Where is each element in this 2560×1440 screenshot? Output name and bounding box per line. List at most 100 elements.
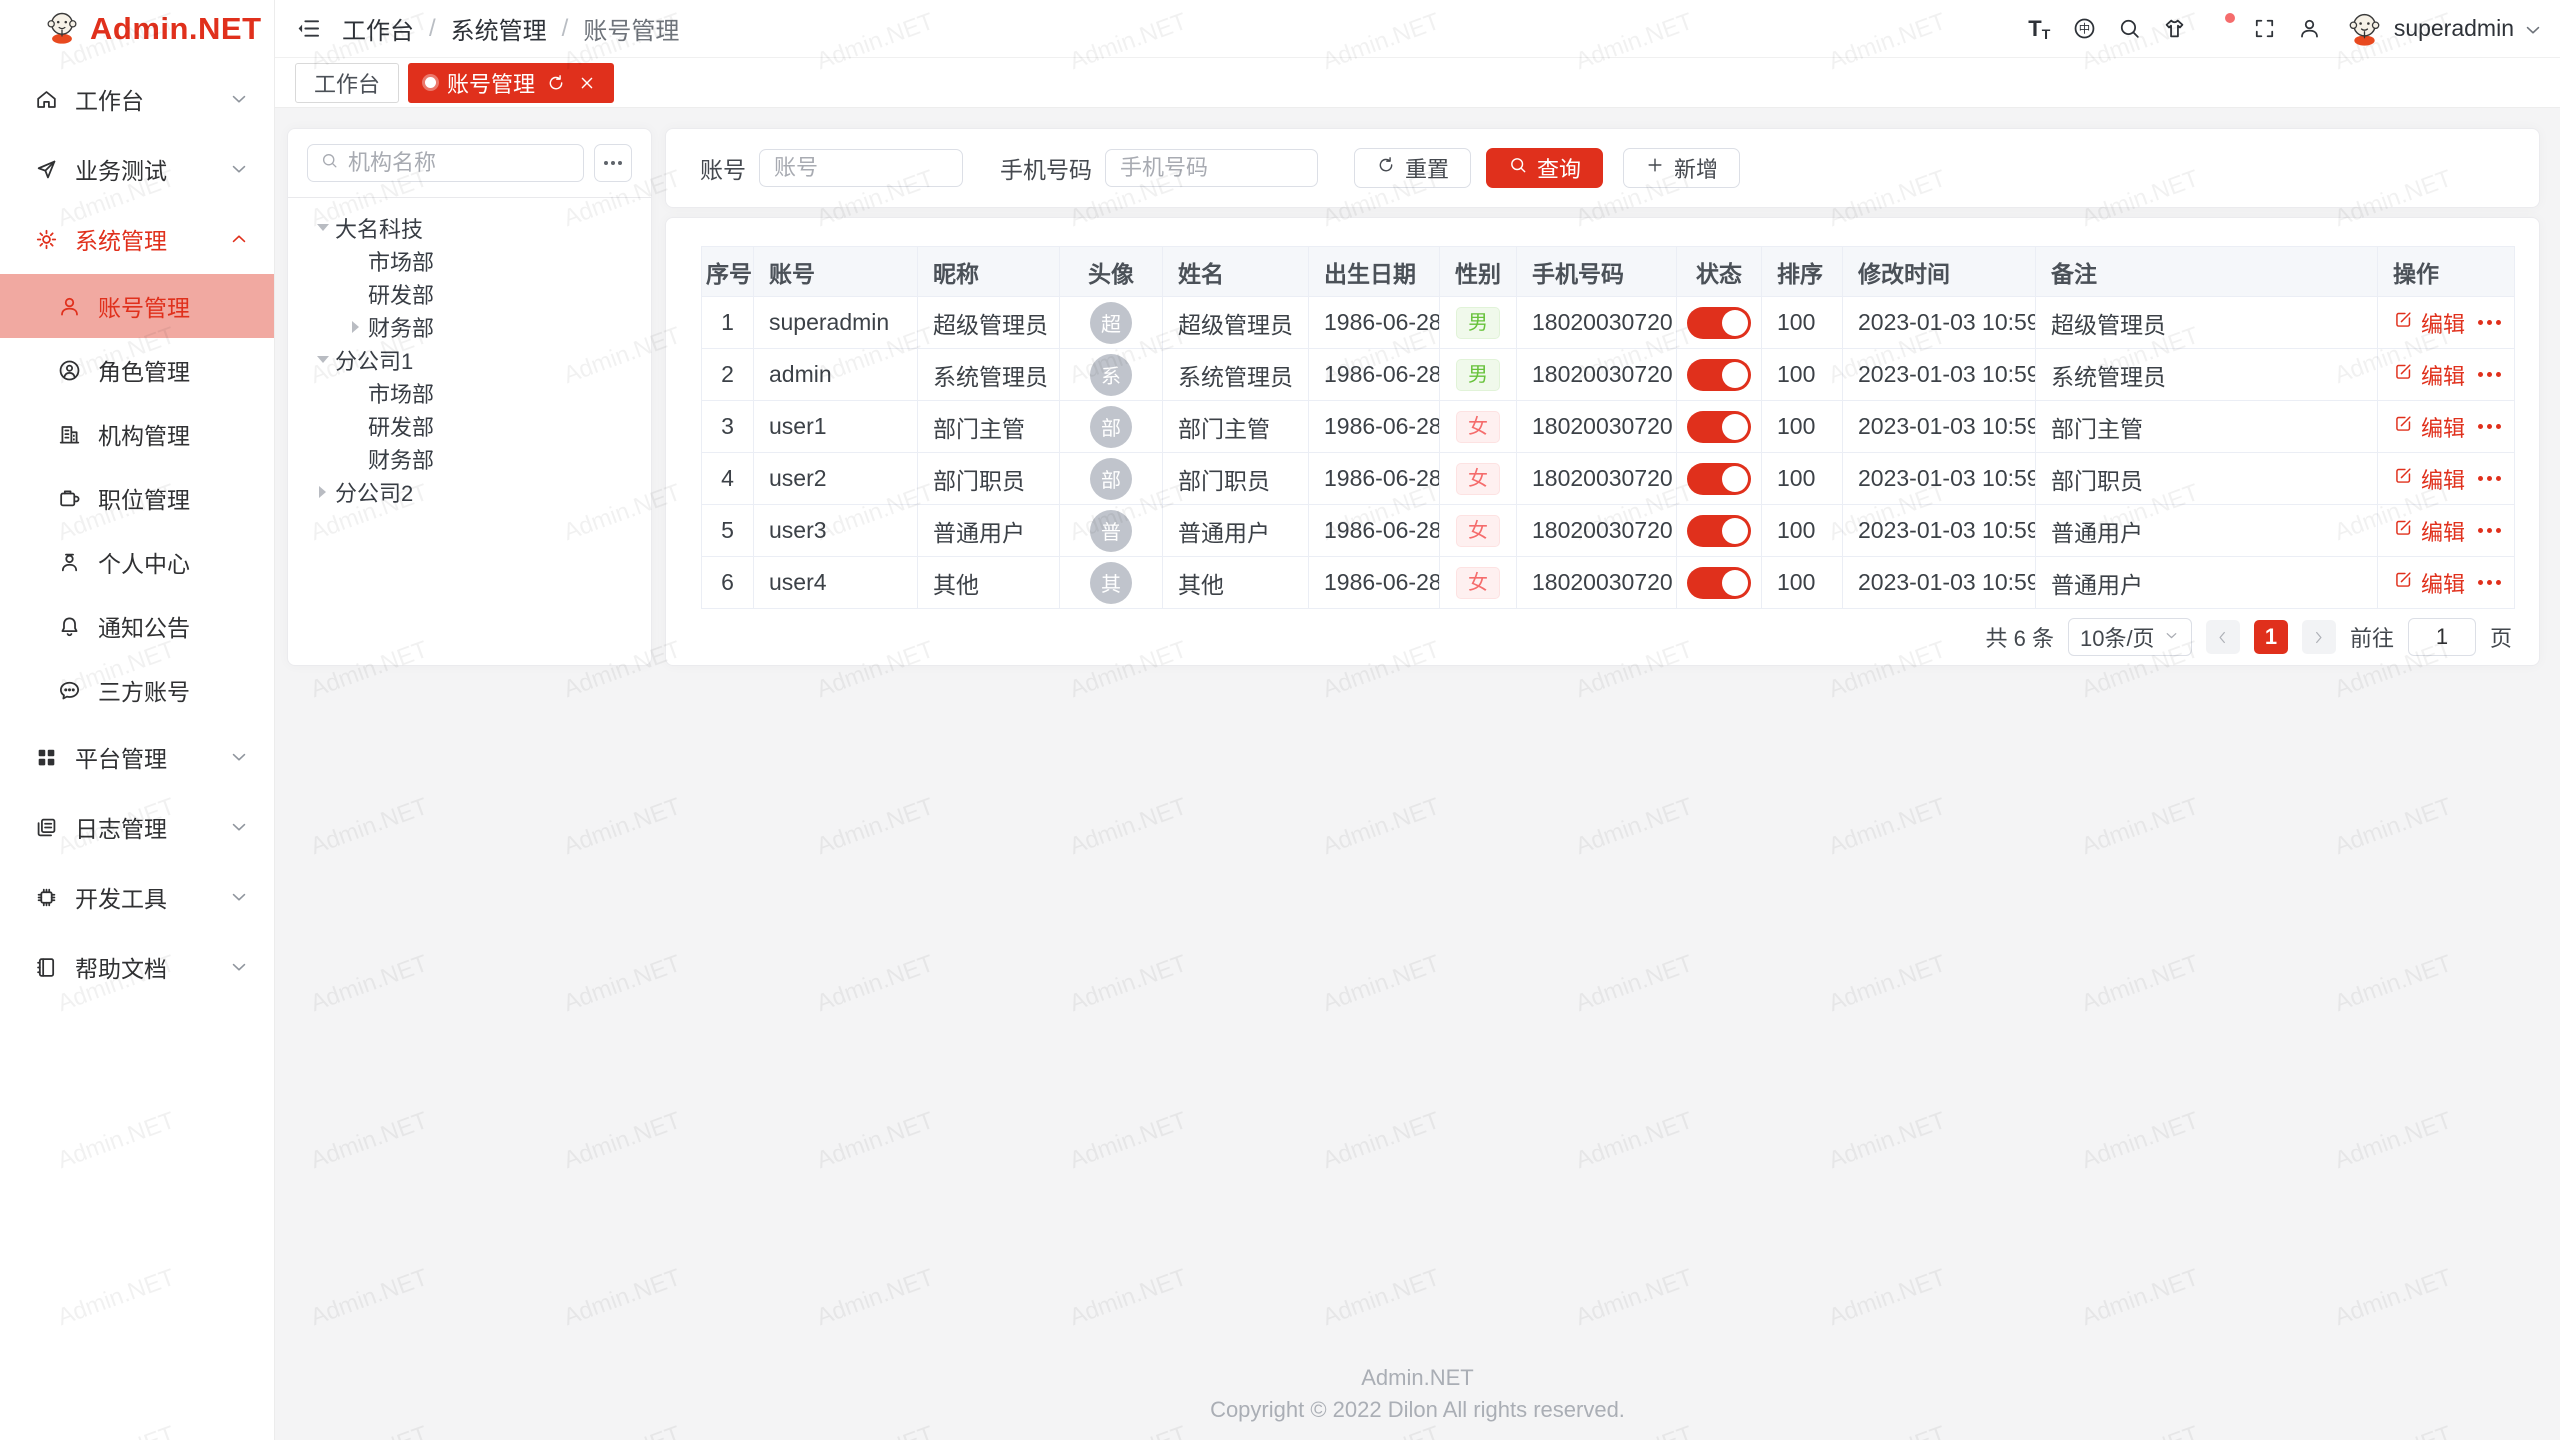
font-size-icon[interactable]: TT: [2017, 10, 2062, 48]
caret-collapsed-icon[interactable]: [310, 479, 335, 504]
more-actions-button[interactable]: [2478, 528, 2501, 533]
tree-node-label: 大名科技: [335, 212, 423, 244]
sidebar-item-platform-mgmt[interactable]: 平台管理: [0, 722, 274, 792]
logo[interactable]: Admin.NET: [0, 0, 274, 58]
account-input[interactable]: [759, 149, 963, 187]
sidebar-item-dev-tools[interactable]: 开发工具: [0, 862, 274, 932]
sidebar-item-workbench[interactable]: 工作台: [0, 64, 274, 134]
sidebar-item-account-mgmt[interactable]: 账号管理: [0, 274, 274, 338]
more-actions-button[interactable]: [2478, 372, 2501, 377]
tree-node[interactable]: 分公司2: [307, 475, 632, 508]
tree-node[interactable]: 大名科技: [307, 211, 632, 244]
tab-close-icon[interactable]: [577, 73, 597, 93]
phone-input[interactable]: [1105, 149, 1318, 187]
cell-remark: 普通用户: [2036, 557, 2378, 609]
edit-button[interactable]: 编辑: [2393, 567, 2465, 599]
edit-button[interactable]: 编辑: [2393, 515, 2465, 547]
edit-label: 编辑: [2421, 515, 2465, 547]
tree-node[interactable]: 财务部: [307, 442, 632, 475]
search-icon[interactable]: [2107, 10, 2152, 48]
sidebar-item-role-mgmt[interactable]: 角色管理: [0, 338, 274, 402]
status-toggle[interactable]: [1687, 411, 1751, 443]
add-button[interactable]: 新增: [1623, 148, 1740, 188]
status-toggle[interactable]: [1687, 307, 1751, 339]
reset-button[interactable]: 重置: [1354, 148, 1471, 188]
tree-search-row: [307, 144, 632, 182]
tab-active[interactable]: 账号管理: [408, 63, 614, 103]
edit-button[interactable]: 编辑: [2393, 463, 2465, 495]
tree-node[interactable]: 市场部: [307, 376, 632, 409]
breadcrumb-item[interactable]: 系统管理: [451, 11, 547, 46]
sidebar-item-notice[interactable]: 通知公告: [0, 594, 274, 658]
cell-phone: 18020030720: [1517, 401, 1677, 453]
actions-cell: 编辑: [2393, 359, 2499, 391]
caret-expanded-icon[interactable]: [310, 215, 335, 240]
theme-icon[interactable]: [2152, 10, 2197, 48]
edit-button[interactable]: 编辑: [2393, 411, 2465, 443]
tree-node[interactable]: 研发部: [307, 409, 632, 442]
breadcrumb-item: 账号管理: [583, 11, 679, 46]
status-toggle[interactable]: [1687, 359, 1751, 391]
fullscreen-icon[interactable]: [2242, 10, 2287, 48]
tree-node[interactable]: 分公司1: [307, 343, 632, 376]
tree-node-label: 分公司2: [335, 476, 413, 508]
user-menu[interactable]: superadmin: [2346, 10, 2542, 47]
avatar: 部: [1090, 406, 1132, 448]
sidebar-item-log-mgmt[interactable]: 日志管理: [0, 792, 274, 862]
cell-status: [1677, 557, 1762, 609]
status-toggle[interactable]: [1687, 567, 1751, 599]
page-size-select[interactable]: 10条/页: [2068, 618, 2192, 656]
tree-node[interactable]: 财务部: [307, 310, 632, 343]
column-header: 排序: [1762, 247, 1843, 297]
tree-node[interactable]: 研发部: [307, 277, 632, 310]
cell-gender: 女: [1440, 401, 1517, 453]
sidebar-item-personal-center[interactable]: 个人中心: [0, 530, 274, 594]
cell-birth: 1986-06-28: [1309, 453, 1440, 505]
more-actions-button[interactable]: [2478, 580, 2501, 585]
breadcrumb-item[interactable]: 工作台: [342, 11, 414, 46]
sidebar-collapse-icon[interactable]: [295, 15, 322, 42]
sidebar-item-third-party-account[interactable]: 三方账号: [0, 658, 274, 722]
tab-refresh-icon[interactable]: [546, 73, 566, 93]
notification-icon[interactable]: [2197, 10, 2242, 48]
org-search-input[interactable]: [348, 150, 571, 176]
tree-more-button[interactable]: [594, 144, 632, 182]
tree-node-label: 市场部: [368, 245, 434, 277]
cell-name: 系统管理员: [1163, 349, 1309, 401]
actions-cell: 编辑: [2393, 567, 2499, 599]
sidebar-item-org-mgmt[interactable]: 机构管理: [0, 402, 274, 466]
app-root: Admin.NET 工作台业务测试系统管理账号管理角色管理机构管理职位管理个人中…: [0, 0, 2560, 1440]
caret-expanded-icon[interactable]: [310, 347, 335, 372]
cell-mtime: 2023-01-03 10:59:44: [1843, 401, 2036, 453]
edit-button[interactable]: 编辑: [2393, 307, 2465, 339]
user-icon[interactable]: [2287, 10, 2332, 48]
more-actions-button[interactable]: [2478, 476, 2501, 481]
next-page-button[interactable]: [2302, 620, 2336, 654]
sidebar-item-position-mgmt[interactable]: 职位管理: [0, 466, 274, 530]
caret-collapsed-icon[interactable]: [343, 314, 368, 339]
more-actions-button[interactable]: [2478, 424, 2501, 429]
sidebar-item-business-test[interactable]: 业务测试: [0, 134, 274, 204]
tree-node[interactable]: 市场部: [307, 244, 632, 277]
tab-item[interactable]: 工作台: [295, 63, 399, 103]
more-actions-button[interactable]: [2478, 320, 2501, 325]
plus-icon: [1645, 155, 1665, 181]
query-button[interactable]: 查询: [1486, 148, 1603, 188]
cell-avatar: 普: [1060, 505, 1163, 557]
page-number-1[interactable]: 1: [2254, 620, 2288, 654]
status-toggle[interactable]: [1687, 515, 1751, 547]
cell-index: 2: [702, 349, 754, 401]
language-icon[interactable]: 中: [2062, 10, 2107, 48]
table-row: 5user3普通用户普普通用户1986-06-28女18020030720100…: [702, 505, 2515, 557]
sidebar-item-help-docs[interactable]: 帮助文档: [0, 932, 274, 1002]
status-toggle[interactable]: [1687, 463, 1751, 495]
cell-sort: 100: [1762, 401, 1843, 453]
avatar: 普: [1090, 510, 1132, 552]
sidebar-item-system-admin[interactable]: 系统管理: [0, 204, 274, 274]
goto-page-input[interactable]: [2408, 618, 2476, 656]
cell-name: 普通用户: [1163, 505, 1309, 557]
divider: [288, 197, 651, 198]
edit-button[interactable]: 编辑: [2393, 359, 2465, 391]
prev-page-button[interactable]: [2206, 620, 2240, 654]
avatar: 系: [1090, 354, 1132, 396]
